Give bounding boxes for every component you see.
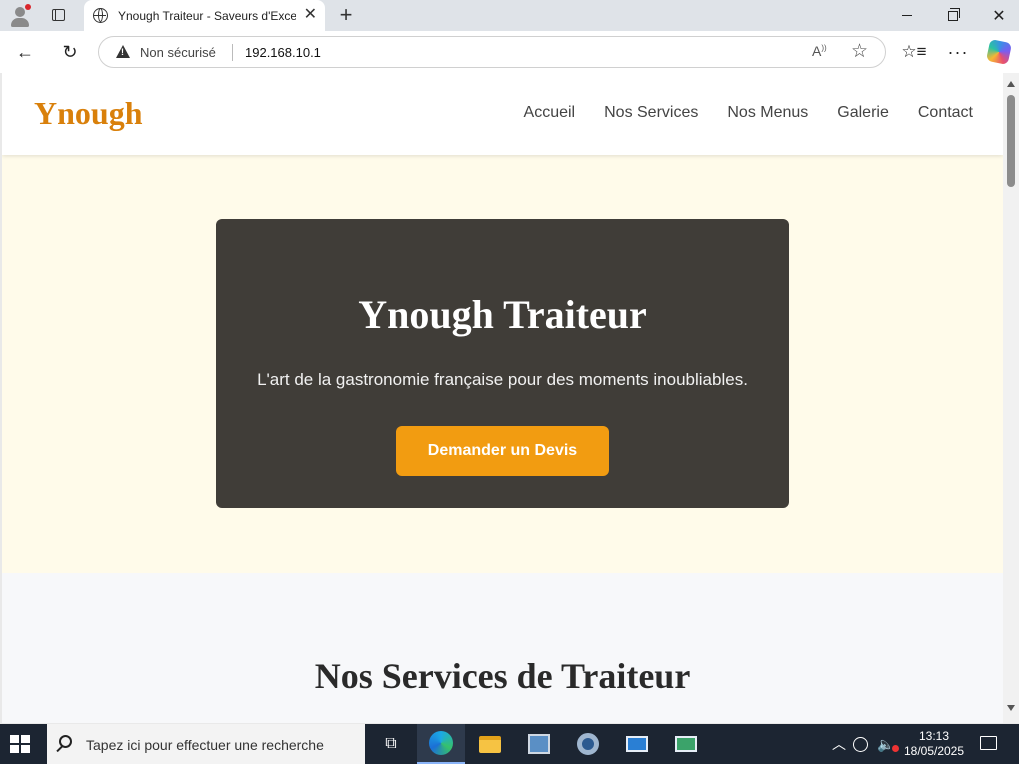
nav-galerie[interactable]: Galerie <box>837 104 889 122</box>
taskbar: Tapez ici pour effectuer une recherche ⧉… <box>0 724 1019 764</box>
favorite-star-icon[interactable]: ☆ <box>851 40 868 63</box>
close-tab-icon[interactable]: ✕ <box>304 7 317 23</box>
new-tab-button[interactable]: + <box>334 2 358 27</box>
tab-actions-icon[interactable] <box>46 4 70 26</box>
warning-icon[interactable] <box>116 45 130 58</box>
search-placeholder: Tapez ici pour effectuer une recherche <box>86 737 324 753</box>
show-hidden-icons-chevron-icon[interactable]: ︿ <box>832 724 846 764</box>
reload-button[interactable]: ↻ <box>57 39 83 65</box>
request-quote-button[interactable]: Demander un Devis <box>396 426 609 476</box>
more-options-icon[interactable]: ··· <box>945 39 971 65</box>
task-view-icon[interactable]: ⧉ <box>367 724 415 764</box>
restore-button[interactable] <box>930 0 976 31</box>
clock-time: 13:13 <box>918 729 950 743</box>
minimize-button[interactable] <box>884 0 930 31</box>
security-label[interactable]: Non sécurisé <box>140 45 216 60</box>
browser-tab[interactable]: Ynough Traiteur - Saveurs d'Exceptio ✕ <box>84 0 325 31</box>
favorites-icon[interactable]: ☆≡ <box>901 39 927 65</box>
nav-contact[interactable]: Contact <box>918 104 973 122</box>
hero-title: Ynough Traiteur <box>358 292 647 337</box>
nav-accueil[interactable]: Accueil <box>524 104 576 122</box>
site-header: Ynough Accueil Nos Services Nos Menus Ga… <box>2 73 1003 155</box>
file-explorer-icon[interactable] <box>466 724 514 764</box>
hero-subtitle: L'art de la gastronomie française pour d… <box>257 370 748 389</box>
search-icon <box>59 735 72 748</box>
scrollbar-thumb[interactable] <box>1007 95 1015 187</box>
nav-nos-menus[interactable]: Nos Menus <box>727 104 808 122</box>
system-clock[interactable]: 13:13 18/05/2025 <box>900 729 968 759</box>
site-nav: Accueil Nos Services Nos Menus Galerie C… <box>524 104 973 122</box>
page-viewport: Ynough Accueil Nos Services Nos Menus Ga… <box>2 73 1003 723</box>
nav-nos-services[interactable]: Nos Services <box>604 104 698 122</box>
site-logo[interactable]: Ynough <box>34 95 143 132</box>
notifications-icon[interactable] <box>980 736 997 750</box>
scroll-down-arrow-icon[interactable] <box>1007 705 1015 711</box>
profile-icon[interactable] <box>8 4 32 27</box>
services-heading: Nos Services de Traiteur <box>314 656 691 696</box>
close-window-button[interactable]: ✕ <box>976 0 1019 31</box>
edge-browser-icon[interactable] <box>417 724 465 764</box>
url-text[interactable]: 192.168.10.1 <box>245 45 321 60</box>
page-scrollbar[interactable] <box>1003 73 1019 723</box>
url-divider <box>232 44 233 61</box>
address-bar[interactable]: Non sécurisé 192.168.10.1 A)) ☆ <box>98 36 886 68</box>
windows-start-icon[interactable] <box>10 735 30 753</box>
taskbar-search[interactable]: Tapez ici pour effectuer une recherche <box>47 724 365 764</box>
read-aloud-icon[interactable]: A)) <box>812 43 827 59</box>
scroll-up-arrow-icon[interactable] <box>1007 81 1015 87</box>
settings-gear-icon[interactable] <box>564 724 612 764</box>
tab-title: Ynough Traiteur - Saveurs d'Exceptio <box>118 8 296 23</box>
network-globe-icon[interactable] <box>853 724 868 764</box>
back-button[interactable]: ← <box>12 39 38 65</box>
hero-card: Ynough Traiteur L'art de la gastronomie … <box>216 219 789 508</box>
network-config-app-icon[interactable] <box>613 724 661 764</box>
hero-section: Ynough Traiteur L'art de la gastronomie … <box>2 155 1003 573</box>
remote-desktop-app-icon[interactable] <box>662 724 710 764</box>
copilot-icon[interactable] <box>985 38 1013 66</box>
clock-date: 18/05/2025 <box>903 744 965 758</box>
globe-icon <box>93 8 108 23</box>
browser-tab-bar: Ynough Traiteur - Saveurs d'Exceptio ✕ +… <box>0 0 1019 31</box>
server-manager-icon[interactable] <box>515 724 563 764</box>
browser-toolbar: ← ↻ Non sécurisé 192.168.10.1 A)) ☆ ☆≡ ·… <box>0 31 1019 73</box>
volume-muted-icon[interactable]: 🔈 <box>877 724 900 764</box>
